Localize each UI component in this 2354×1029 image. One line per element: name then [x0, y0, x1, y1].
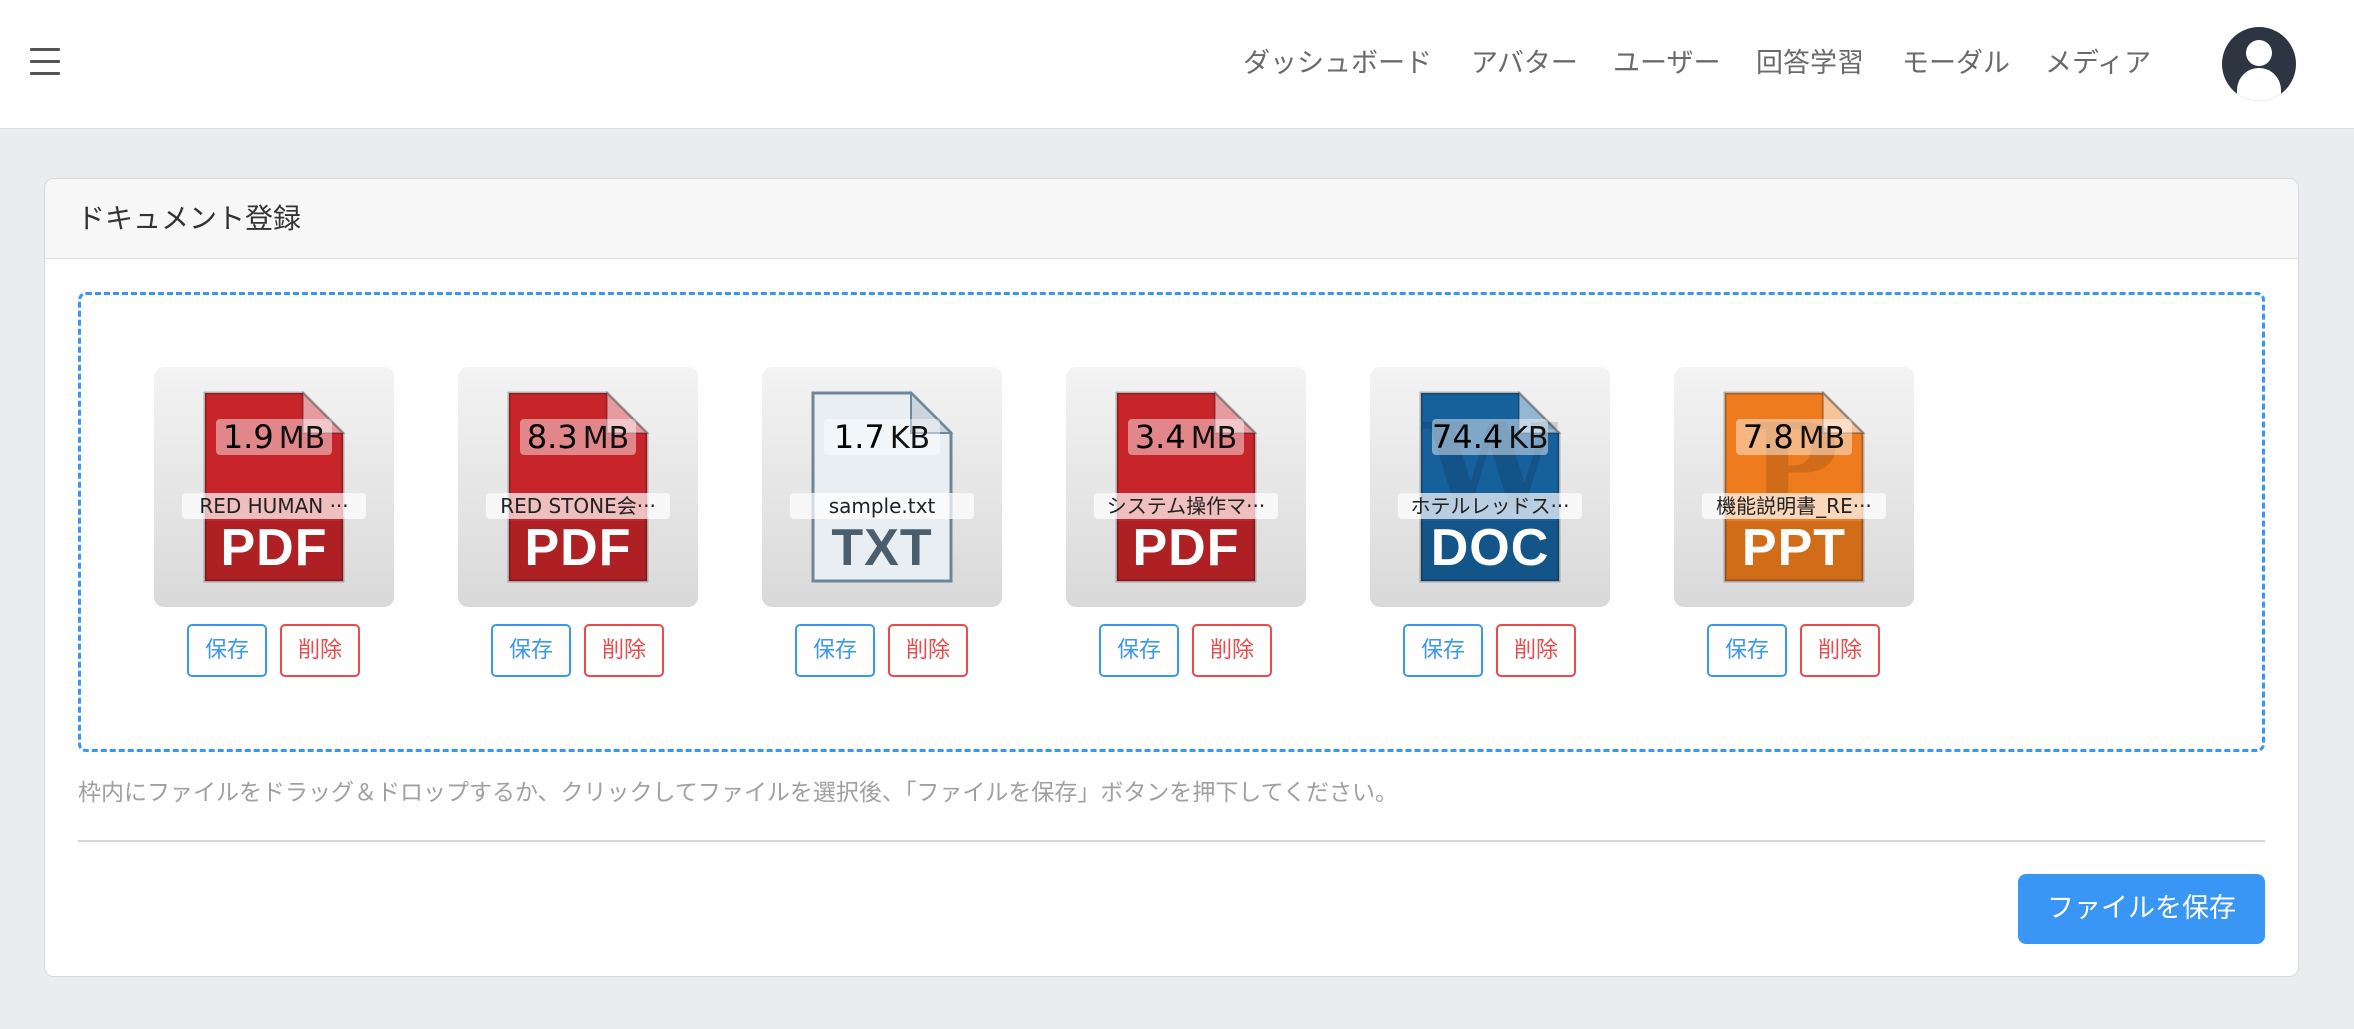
delete-button[interactable]: 削除	[888, 624, 968, 677]
file-size: 1.9 MB	[216, 418, 332, 456]
file-type-label: PDF	[1132, 519, 1240, 577]
file-thumbnail[interactable]: PDF 3.4 MB システム操作マ···	[1066, 367, 1306, 607]
file-size-value: 8.3	[526, 418, 578, 456]
file-size: 74.4 KB	[1432, 418, 1549, 456]
save-button[interactable]: 保存	[1099, 624, 1179, 677]
nav-item-dashboard[interactable]: ダッシュボード	[1243, 44, 1432, 84]
nav-item-users[interactable]: ユーザー	[1613, 44, 1720, 84]
card-title: ドキュメント登録	[45, 179, 2298, 259]
main-nav: ダッシュボード アバター ユーザー 回答学習 モーダル メディア	[0, 44, 2354, 84]
file-size: 3.4 MB	[1128, 418, 1244, 456]
file-type-label: TXT	[831, 519, 933, 577]
file-size: 8.3 MB	[520, 418, 636, 456]
top-navbar: ダッシュボード アバター ユーザー 回答学習 モーダル メディア	[0, 0, 2354, 129]
nav-item-answer-learning[interactable]: 回答学習	[1756, 44, 1864, 84]
file-item: P PPT 7.8 MB 機能説明書_RE··· 保存 削除	[1674, 367, 1914, 677]
file-size-unit: KB	[889, 421, 931, 456]
save-button[interactable]: 保存	[491, 624, 571, 677]
file-name: RED HUMAN ···	[182, 493, 366, 519]
file-size: 7.8 MB	[1736, 418, 1852, 456]
nav-item-avatar[interactable]: アバター	[1471, 44, 1578, 84]
file-item: PDF 3.4 MB システム操作マ··· 保存 削除	[1066, 367, 1306, 677]
file-thumbnail[interactable]: PDF 1.9 MB RED HUMAN ···	[154, 367, 394, 607]
file-size-value: 1.7	[833, 418, 885, 456]
file-name: sample.txt	[790, 493, 974, 519]
file-thumbnail[interactable]: P PPT 7.8 MB 機能説明書_RE···	[1674, 367, 1914, 607]
save-button[interactable]: 保存	[795, 624, 875, 677]
file-item: PDF 8.3 MB RED STONE会··· 保存 削除	[458, 367, 698, 677]
file-thumbnail[interactable]: W DOC 74.4 KB ホテルレッドス···	[1370, 367, 1610, 607]
file-thumbnail[interactable]: TXT 1.7 KB sample.txt	[762, 367, 1002, 607]
file-size: 1.7 KB	[824, 418, 940, 456]
file-size-unit: MB	[1190, 421, 1238, 456]
file-name: システム操作マ···	[1094, 493, 1278, 519]
file-dropzone[interactable]: PDF 1.9 MB RED HUMAN ··· 保存 削除 PDF 8.3 MB RED ST…	[78, 292, 2265, 752]
save-button[interactable]: 保存	[1707, 624, 1787, 677]
file-type-label: PDF	[220, 519, 328, 577]
delete-button[interactable]: 削除	[584, 624, 664, 677]
file-size-value: 74.4	[1432, 418, 1504, 456]
user-avatar-icon[interactable]	[2222, 27, 2296, 101]
file-size-value: 3.4	[1134, 418, 1186, 456]
file-name: 機能説明書_RE···	[1702, 493, 1886, 519]
file-size-unit: MB	[582, 421, 630, 456]
file-size-unit: MB	[1798, 421, 1846, 456]
file-type-label: PPT	[1741, 519, 1847, 577]
file-name: RED STONE会···	[486, 493, 670, 519]
file-name: ホテルレッドス···	[1398, 493, 1582, 519]
file-size-unit: KB	[1508, 421, 1549, 456]
file-item: W DOC 74.4 KB ホテルレッドス··· 保存 削除	[1370, 367, 1610, 677]
save-button[interactable]: 保存	[1403, 624, 1483, 677]
delete-button[interactable]: 削除	[1496, 624, 1576, 677]
save-button[interactable]: 保存	[187, 624, 267, 677]
save-files-button[interactable]: ファイルを保存	[2018, 874, 2265, 944]
document-registration-card: ドキュメント登録 PDF 1.9 MB RED HUMAN ··· 保存 削除 PDF 8.…	[44, 178, 2299, 977]
nav-item-media[interactable]: メディア	[2045, 44, 2151, 84]
file-size-value: 1.9	[222, 418, 274, 456]
delete-button[interactable]: 削除	[280, 624, 360, 677]
file-size-unit: MB	[278, 421, 326, 456]
file-thumbnail[interactable]: PDF 8.3 MB RED STONE会···	[458, 367, 698, 607]
file-size-value: 7.8	[1742, 418, 1794, 456]
nav-item-modal[interactable]: モーダル	[1902, 44, 2010, 84]
file-type-label: DOC	[1430, 519, 1550, 577]
delete-button[interactable]: 削除	[1800, 624, 1880, 677]
delete-button[interactable]: 削除	[1192, 624, 1272, 677]
file-type-label: PDF	[524, 519, 632, 577]
avatar-shoulders	[2237, 68, 2281, 101]
divider	[78, 840, 2265, 842]
file-item: PDF 1.9 MB RED HUMAN ··· 保存 削除	[154, 367, 394, 677]
avatar-head	[2246, 40, 2272, 66]
dropzone-help-text: 枠内にファイルをドラッグ＆ドロップするか、クリックしてファイルを選択後、「ファイ…	[78, 780, 1398, 806]
file-item: TXT 1.7 KB sample.txt 保存 削除	[762, 367, 1002, 677]
